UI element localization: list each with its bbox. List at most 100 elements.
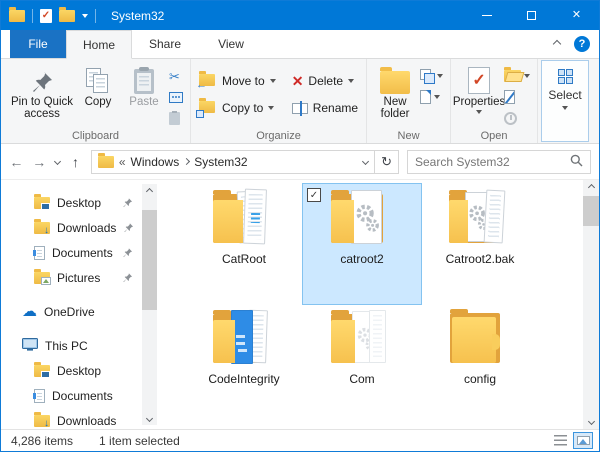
sidebar-item-pictures[interactable]: Pictures [1,265,159,290]
pin-icon[interactable] [122,272,133,283]
sidebar-item-downloads[interactable]: ↓ Downloads [1,215,159,240]
copy-to-button[interactable]: Copy to [196,98,279,118]
view-switcher [550,432,593,449]
scroll-up-icon[interactable] [583,180,599,195]
tab-view[interactable]: View [198,30,264,58]
folder-name: catroot2 [340,252,384,266]
breadcrumb-windows[interactable]: Windows [131,155,180,169]
pin-icon[interactable] [122,247,133,258]
new-item-button[interactable] [420,68,444,84]
minimize-ribbon-icon[interactable] [552,39,562,49]
cut-button[interactable]: ✂ [169,68,183,84]
rename-button[interactable]: Rename [289,98,361,118]
organize-col-2: ✕ Delete Rename [289,71,361,118]
group-label-new: New [397,130,420,142]
rename-icon [291,100,308,116]
edit-icon [504,90,516,104]
select-button[interactable]: Select [541,60,590,142]
details-view-icon [553,435,567,446]
folder-tile-catroot[interactable]: CatRoot [185,184,303,304]
files-scrollbar[interactable] [583,180,599,429]
search-input[interactable] [415,154,570,169]
sidebar-item-onedrive[interactable]: ☁ OneDrive [1,299,159,324]
system-menu-folder-icon[interactable] [9,6,25,22]
delete-button[interactable]: ✕ Delete [289,71,361,91]
paste-button[interactable]: Paste [121,62,167,108]
history-button[interactable] [504,110,530,126]
group-label-open: Open [480,130,508,142]
folder-icon [440,307,520,369]
refresh-button[interactable]: ↻ [374,149,399,174]
sidebar-item-this-pc[interactable]: This PC [1,333,159,358]
folder-tile-catroot2[interactable]: ✓ catroot2 [302,183,422,305]
minimize-button[interactable] [464,1,509,30]
copy-to-icon [196,98,217,118]
sidebar-scrollbar[interactable] [142,184,157,425]
tab-home[interactable]: Home [66,30,132,59]
scroll-down-icon[interactable] [145,411,154,425]
desktop-folder-icon [34,193,50,210]
breadcrumb-system32[interactable]: System32 [194,155,247,169]
paste-shortcut-button[interactable] [169,110,183,126]
pin-to-quick-access-button[interactable]: Pin to Quick access [9,62,75,120]
open-button[interactable] [504,67,531,84]
address-dropdown-icon[interactable] [362,157,370,166]
folder-name: CodeIntegrity [208,372,280,386]
easy-access-button[interactable] [420,89,443,105]
pin-icon[interactable] [123,222,134,233]
sidebar-item-pc-desktop[interactable]: Desktop [1,358,159,383]
folder-tile-codeintegrity[interactable]: CodeIntegrity [185,304,303,424]
item-count: 4,286 items [11,433,74,448]
sidebar-item-documents[interactable]: Documents [1,240,159,265]
sidebar-item-pc-documents[interactable]: Documents [1,383,159,408]
paste-icon [134,66,154,94]
up-button[interactable]: ↑ [64,150,87,174]
folder-tile-catroot2-bak[interactable]: Catroot2.bak [421,184,539,304]
scrollbar-thumb[interactable] [583,196,599,226]
search-box[interactable] [407,149,591,174]
breadcrumb-collapse[interactable]: « [119,155,126,169]
properties-button[interactable]: ✓ Properties [453,62,505,114]
ribbon-group-select: Select [538,59,592,143]
new-folder-icon [380,66,411,94]
qat-customize-caret-icon[interactable] [82,13,88,18]
tab-share[interactable]: Share [132,30,198,58]
help-button[interactable]: ? [574,36,590,52]
sidebar-item-desktop[interactable]: Desktop [1,190,159,215]
qat-new-folder-icon[interactable] [59,6,75,22]
sidebar-item-pc-downloads[interactable]: ↓ Downloads [1,408,159,433]
scissors-icon: ✂ [169,68,180,84]
delete-icon: ✕ [291,73,304,89]
new-folder-button[interactable]: New folder [372,62,418,120]
scroll-up-icon[interactable] [145,184,154,198]
folder-tile-config[interactable]: config [421,304,539,424]
qat-properties-icon[interactable]: ✓ [40,8,52,23]
address-box[interactable]: « Windows System32 [90,149,376,174]
documents-icon [33,245,45,260]
recent-locations-button[interactable] [51,150,64,174]
scrollbar-thumb[interactable] [142,210,157,310]
thumbnails-view-icon [576,436,590,445]
maximize-button[interactable] [509,1,554,30]
details-view-button[interactable] [550,432,570,449]
move-to-button[interactable]: ← Move to [196,71,279,91]
copy-path-button[interactable] [169,89,183,105]
breadcrumb-separator-icon[interactable] [183,157,191,166]
back-button[interactable]: ← [5,150,28,174]
folder-icon [440,187,520,249]
copy-to-caret-icon [268,106,275,110]
close-button[interactable]: ✕ [554,1,599,30]
forward-button[interactable]: → [28,150,51,174]
thumbnails-view-button[interactable] [573,432,593,449]
search-icon [570,154,583,170]
edit-button[interactable] [504,89,530,105]
folder-tile-com[interactable]: Com [303,304,421,424]
pin-icon[interactable] [122,197,133,208]
copy-button[interactable]: Copy [75,62,121,108]
group-label-organize: Organize [256,130,301,142]
documents-icon [33,388,45,403]
selection-checkbox[interactable]: ✓ [307,188,321,202]
tab-file[interactable]: File [10,30,66,58]
scroll-down-icon[interactable] [583,414,599,429]
